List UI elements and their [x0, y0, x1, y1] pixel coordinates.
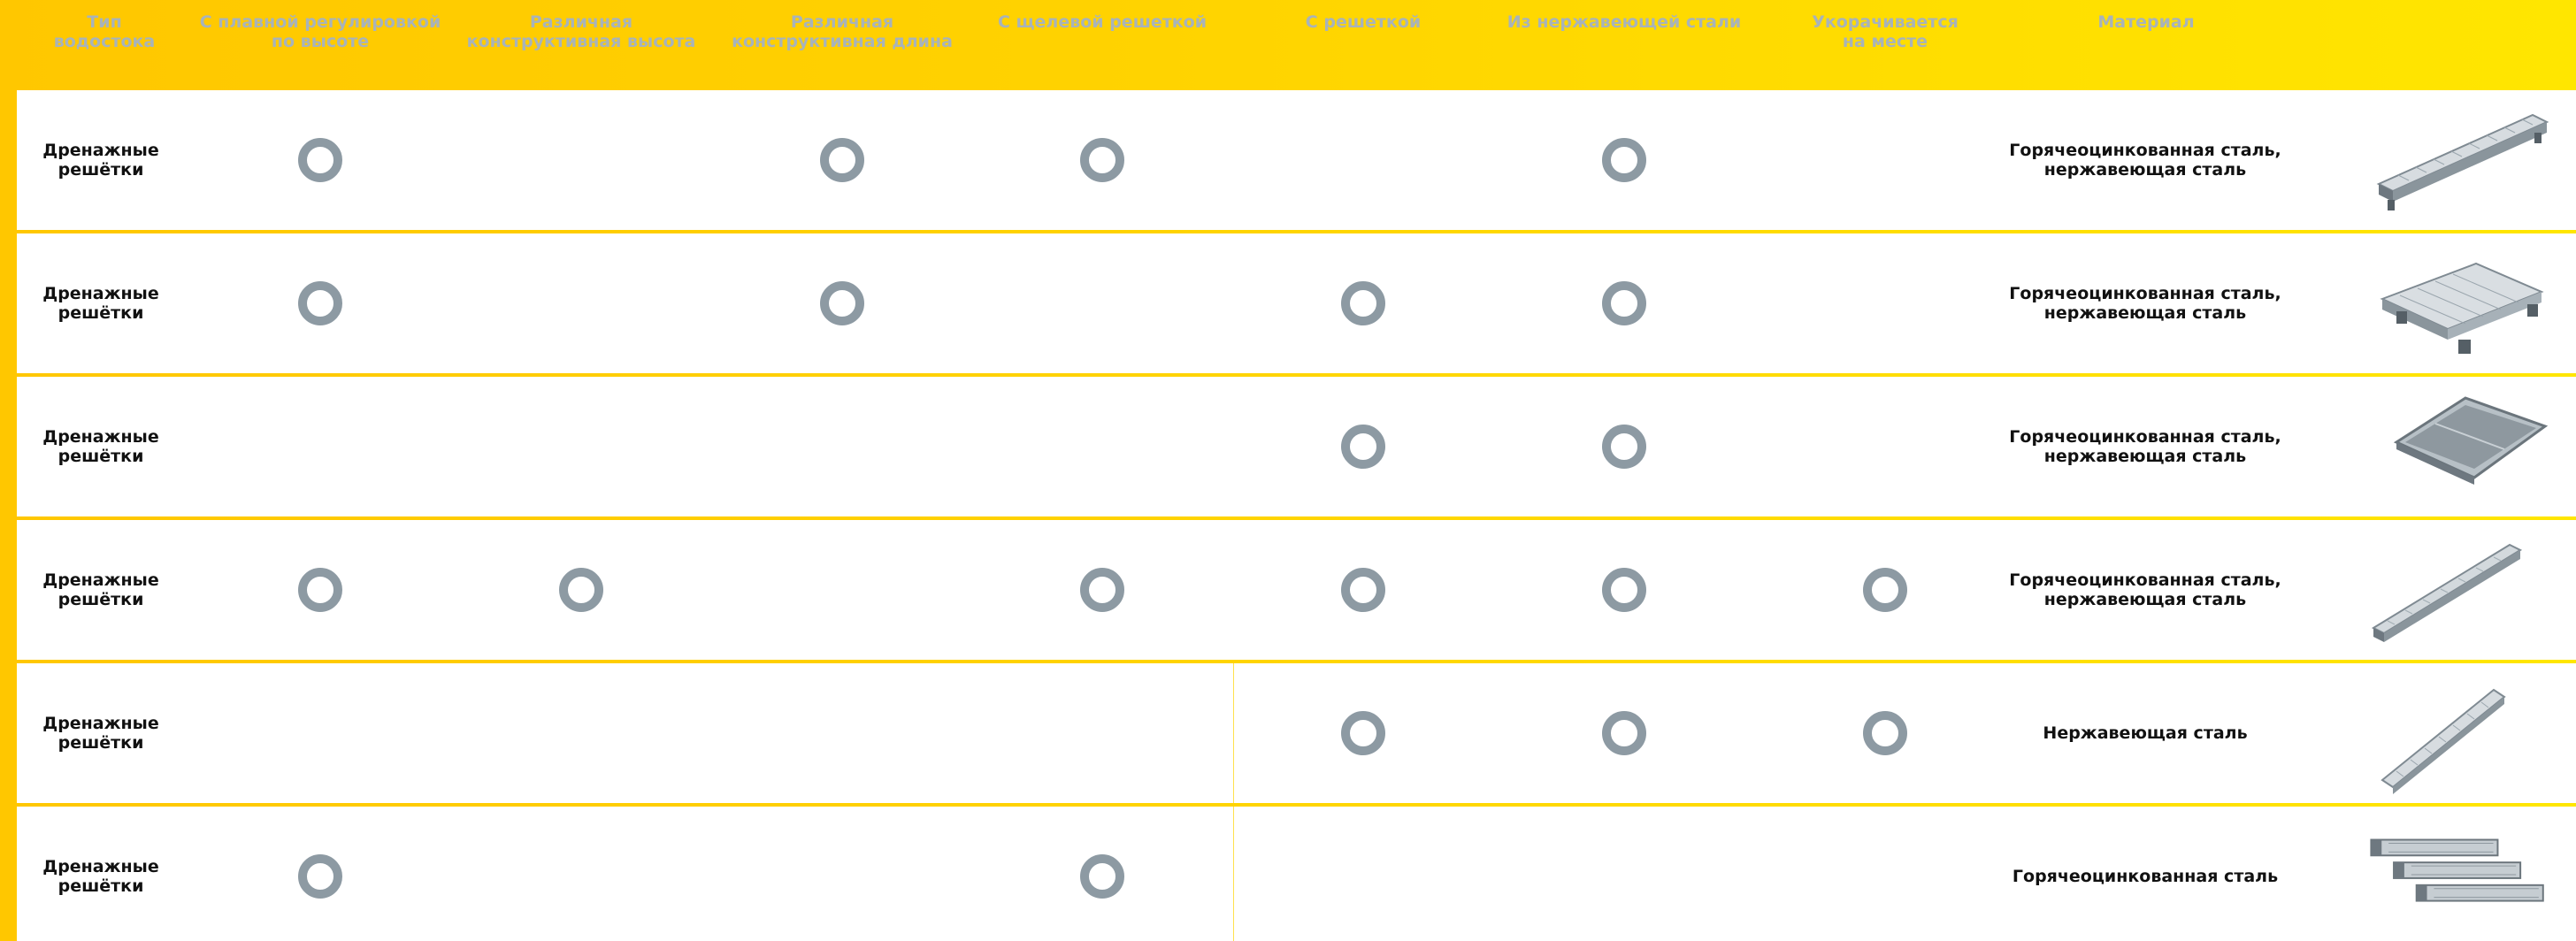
feature-dot-icon [1602, 138, 1646, 182]
row-material-label: Нержавеющая сталь [2043, 723, 2248, 743]
square-drain-grate-icon [2380, 262, 2544, 354]
feature-dot-icon [1341, 568, 1385, 612]
tray-drain-icon [2393, 396, 2549, 485]
table-row: Дренажные решётки Горячеоцинкованная ста… [17, 90, 2576, 230]
feature-dot-icon [298, 281, 342, 325]
stacked-drain-sections-icon [2370, 838, 2544, 902]
table-row: Дренажные решётки Нержавеющая сталь [17, 663, 2576, 803]
feature-dot-icon [1863, 711, 1907, 755]
row-type-label: Дренажные решётки [42, 284, 159, 323]
feature-dot-icon [820, 138, 864, 182]
feature-dot-icon [1341, 711, 1385, 755]
row-type-label: Дренажные решётки [42, 427, 159, 466]
feature-dot-icon [1080, 854, 1124, 899]
row-type-label: Дренажные решётки [42, 714, 159, 753]
row-type-label: Дренажные решётки [42, 141, 159, 180]
header-material: Материал [2097, 12, 2195, 32]
feature-dot-icon [1602, 281, 1646, 325]
header-various-length: Различная конструктивная длина [732, 12, 953, 51]
header-shortenable: Укорачивается на месте [1812, 12, 1959, 51]
feature-dot-icon [298, 854, 342, 899]
row-material-label: Горячеоцинкованная сталь, нержавеющая ст… [2009, 284, 2281, 323]
row-material-label: Горячеоцинкованная сталь, нержавеющая ст… [2009, 427, 2281, 466]
linear-drain-grate-icon [2376, 113, 2549, 210]
feature-dot-icon [298, 138, 342, 182]
divider [1233, 663, 1234, 803]
divider [1233, 807, 1234, 941]
feature-dot-icon [1602, 425, 1646, 469]
header-with-grate: С решеткой [1305, 12, 1422, 32]
feature-dot-icon [298, 568, 342, 612]
long-slot-drain-icon [2371, 543, 2523, 642]
header-type: Тип водостока [53, 12, 156, 51]
feature-dot-icon [820, 281, 864, 325]
table-row: Дренажные решётки Горячеоцинкованная ста… [17, 233, 2576, 373]
header-smooth-height: С плавной регулировкой по высоте [199, 12, 441, 51]
header-stainless: Из нержавеющей стали [1506, 12, 1742, 32]
header-various-height: Различная конструктивная высота [466, 12, 696, 51]
row-type-label: Дренажные решётки [42, 570, 159, 609]
row-material-label: Горячеоцинкованная сталь, нержавеющая ст… [2009, 570, 2281, 609]
row-type-label: Дренажные решётки [42, 857, 159, 896]
feature-dot-icon [1863, 568, 1907, 612]
diagonal-drain-grate-icon [2380, 688, 2506, 794]
comparison-table: Тип водостока С плавной регулировкой по … [0, 0, 2576, 941]
feature-dot-icon [1602, 568, 1646, 612]
feature-dot-icon [1341, 425, 1385, 469]
row-material-label: Горячеоцинкованная сталь [2012, 867, 2279, 886]
feature-dot-icon [1602, 711, 1646, 755]
table-row: Дренажные решётки Горячеоцинкованная ста… [17, 807, 2576, 941]
feature-dot-icon [1080, 568, 1124, 612]
row-material-label: Горячеоцинкованная сталь, нержавеющая ст… [2009, 141, 2281, 180]
table-row: Дренажные решётки Горячеоцинкованная ста… [17, 377, 2576, 516]
header-slot-grate: С щелевой решеткой [997, 12, 1208, 32]
feature-dot-icon [559, 568, 603, 612]
feature-dot-icon [1341, 281, 1385, 325]
feature-dot-icon [1080, 138, 1124, 182]
table-row: Дренажные решётки Горячеоцинкованная ста… [17, 520, 2576, 660]
